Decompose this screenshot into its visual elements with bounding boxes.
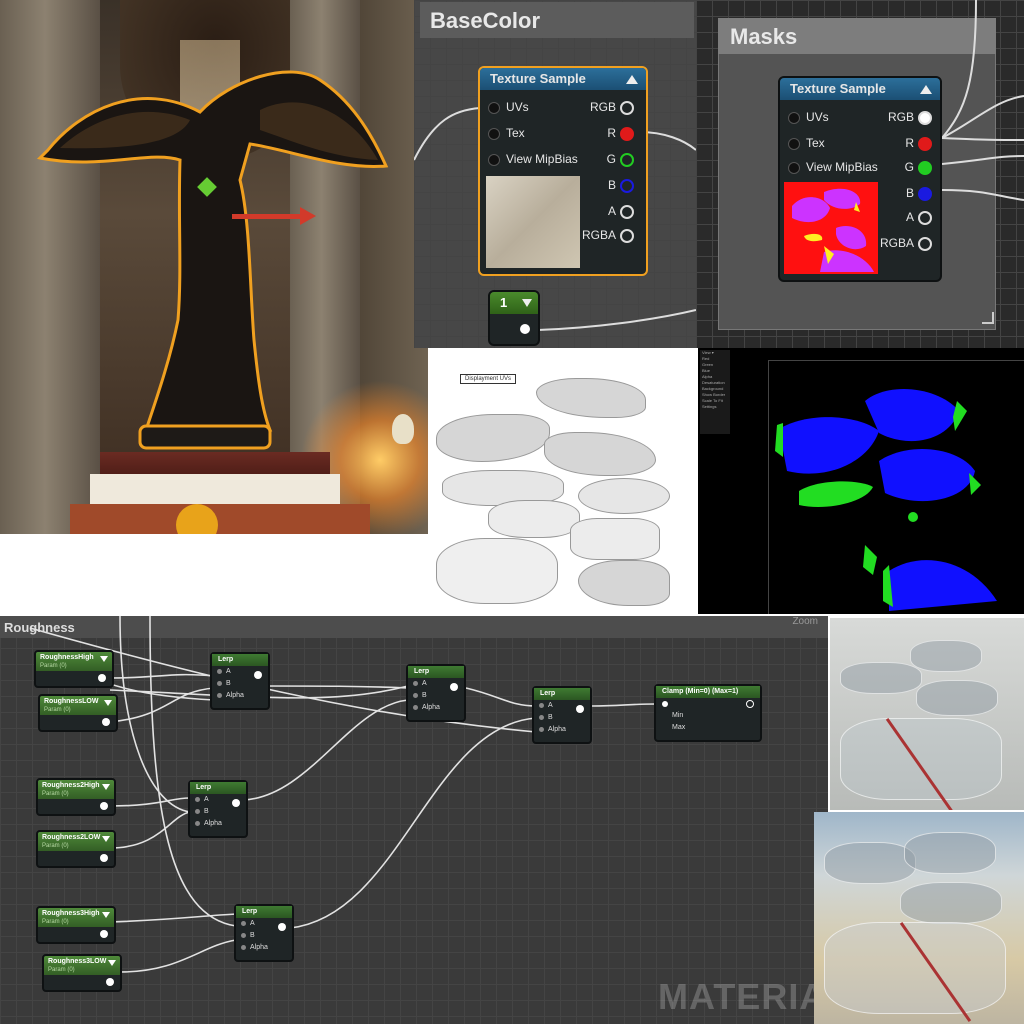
light-bulb-icon[interactable] [392,414,414,444]
output-pin[interactable] [100,854,108,862]
output-pin[interactable] [102,718,110,726]
viewport-3d[interactable] [0,0,428,534]
pin-b[interactable]: B [872,184,932,202]
output-pin[interactable] [98,674,106,682]
node-title: Texture Sample [780,78,940,100]
pin-tex[interactable]: Tex [488,124,525,142]
uv-island [536,378,646,418]
uv-island [544,432,656,476]
collapse-icon[interactable] [102,784,110,790]
pin-rgb[interactable]: RGB [872,108,932,126]
lerp-node[interactable]: Lerp A B Alpha [532,686,592,744]
output-pin[interactable] [106,978,114,986]
constant-node[interactable]: 1 [488,290,540,346]
collapse-icon[interactable] [522,299,532,307]
uv-island [578,478,670,514]
pin-g[interactable]: G [872,158,932,176]
uv-island [488,500,580,538]
pin-rgba[interactable]: RGBA [872,234,932,252]
glass-piece [910,640,982,672]
output-pin[interactable] [232,799,240,807]
texture-sample-node[interactable]: Texture Sample UVs Tex View MipBias RGB … [778,76,942,282]
glass-photo [814,812,1024,1024]
glass-piece [900,882,1002,924]
glass-piece [824,842,916,884]
pin-rgba[interactable]: RGBA [574,226,634,244]
pin-uvs[interactable]: UVs [488,98,529,116]
output-pin[interactable] [450,683,458,691]
pin-view-mipbias[interactable]: View MipBias [488,150,578,168]
uv-island [578,560,670,606]
gizmo-x-axis[interactable] [232,214,304,219]
resize-grip-icon[interactable] [982,312,994,324]
lerp-node[interactable]: Lerp A B Alpha [406,664,466,722]
pin-r[interactable]: R [872,134,932,152]
gizmo-x-arrow-icon[interactable] [300,207,316,225]
pin-view-mipbias[interactable]: View MipBias [788,158,878,176]
collapse-icon[interactable] [108,960,116,966]
uv-island [570,518,660,560]
pin-a[interactable]: A [574,202,634,220]
lerp-node[interactable]: Lerp A B Alpha [188,780,248,838]
pin-uvs[interactable]: UVs [788,108,829,126]
mask-texture-preview [784,182,878,274]
roughness3-low-param[interactable]: Roughness3LOW Param (0) [42,954,122,992]
output-pin[interactable] [520,324,530,334]
clamp-node[interactable]: Clamp (Min=0) (Max=1) Min Max [654,684,762,742]
mask-viewer[interactable]: View ▾ Red Green Blue Alpha Desaturation… [698,348,1024,614]
blank-area [0,534,428,618]
output-pin[interactable] [576,705,584,713]
collapse-icon[interactable] [100,656,108,662]
pin-tex[interactable]: Tex [788,134,825,152]
material-watermark: MATERIA [658,976,827,1017]
uv-island [436,538,558,604]
glass-piece [824,922,1006,1014]
output-pin[interactable] [100,930,108,938]
collapse-icon[interactable] [102,836,110,842]
node-title: Texture Sample [480,68,646,90]
menu-item[interactable]: Settings [700,404,730,410]
output-pin[interactable] [278,923,286,931]
pin-a[interactable]: A [872,208,932,226]
masks-graph[interactable]: Masks Texture Sample UVs Tex View MipBia… [696,0,1024,348]
output-pin[interactable] [254,671,262,679]
glass-piece [916,680,998,716]
roughness-high-param[interactable]: RoughnessHigh Param (0) [34,650,114,688]
lerp-node[interactable]: Lerp A B Alpha [210,652,270,710]
mask-canvas [768,360,1024,614]
roughness3-high-param[interactable]: Roughness3High Param (0) [36,906,116,944]
channel-menu[interactable]: View ▾ Red Green Blue Alpha Desaturation… [700,350,730,434]
uv-label: Displayment UVs [460,374,517,384]
roughness-graph[interactable]: Roughness Zoom RoughnessHigh Param (0) Ro… [0,616,828,1024]
roughness-low-param[interactable]: RoughnessLOW Param (0) [38,694,118,732]
pin-b[interactable]: B [574,176,634,194]
pin-rgb[interactable]: RGB [574,98,634,116]
texture-preview [486,176,580,268]
collapse-icon[interactable] [626,75,638,84]
pin-g[interactable]: G [574,150,634,168]
collapse-icon[interactable] [102,912,110,918]
roughness2-high-param[interactable]: Roughness2High Param (0) [36,778,116,816]
glass-photo [830,618,1024,810]
roughness2-low-param[interactable]: Roughness2LOW Param (0) [36,830,116,868]
angel-statue[interactable] [0,40,428,460]
uv-displacement-sheet: Displayment UVs [428,348,698,614]
basecolor-graph[interactable]: BaseColor Texture Sample UVs Tex View Mi… [414,0,696,348]
glass-piece [904,832,996,874]
lerp-node[interactable]: Lerp A B Alpha [234,904,294,962]
collapse-icon[interactable] [920,85,932,94]
collapse-icon[interactable] [104,700,112,706]
uv-island [436,414,550,462]
glass-piece [840,718,1002,800]
texture-sample-node[interactable]: Texture Sample UVs Tex View MipBias RGB … [478,66,648,276]
output-pin[interactable] [100,802,108,810]
pin-r[interactable]: R [574,124,634,142]
pedestal [70,504,370,534]
glass-piece [840,662,922,694]
mask-shapes [775,388,997,611]
